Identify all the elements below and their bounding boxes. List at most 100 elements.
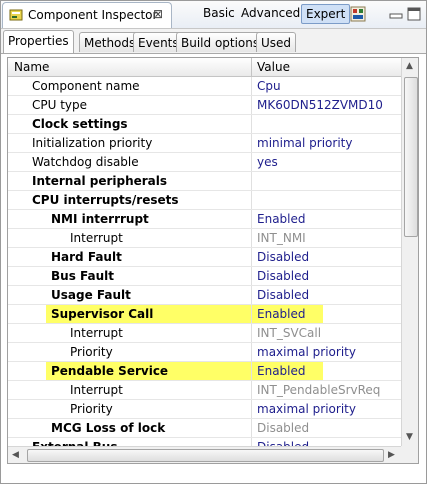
mode-expert-button[interactable]: Expert: [301, 4, 351, 24]
property-value[interactable]: Enabled: [257, 212, 306, 226]
cell-separator: [251, 343, 252, 361]
property-value[interactable]: maximal priority: [257, 402, 356, 416]
property-name: Watchdog disable: [32, 155, 139, 169]
property-name: Hard Fault: [51, 250, 122, 264]
tab-properties[interactable]: Properties: [3, 30, 74, 53]
table-row[interactable]: Component name Cpu: [8, 77, 401, 96]
property-name: Bus Fault: [51, 269, 114, 283]
cell-separator: [251, 96, 252, 114]
property-value[interactable]: minimal priority: [257, 136, 352, 150]
table-row[interactable]: Internal peripherals: [8, 172, 401, 191]
component-inspector-panel: Component Inspector ⊠ Basic Advanced Exp…: [0, 0, 427, 484]
view-title: Component Inspector: [28, 8, 158, 22]
cell-separator: [251, 267, 252, 285]
property-name: Supervisor Call: [51, 307, 154, 321]
property-value[interactable]: Disabled: [257, 288, 309, 302]
table-row[interactable]: Priority maximal priority: [8, 343, 401, 362]
table-row[interactable]: Clock settings: [8, 115, 401, 134]
cell-separator: [251, 229, 252, 247]
tab-build-options[interactable]: Build options: [176, 32, 265, 52]
table-row[interactable]: Pendable Service Enabled: [8, 362, 401, 381]
table-row[interactable]: Initialization priority minimal priority: [8, 134, 401, 153]
property-name: Component name: [32, 79, 140, 93]
cell-separator: [251, 115, 252, 133]
property-name: Initialization priority: [32, 136, 153, 150]
horizontal-scroll-thumb[interactable]: [27, 449, 384, 462]
property-value[interactable]: yes: [257, 155, 278, 169]
property-value[interactable]: INT_PendableSrvReq: [257, 383, 380, 397]
cell-separator: [251, 172, 252, 190]
cell-separator: [251, 286, 252, 304]
scroll-up-icon[interactable]: ▲: [406, 61, 413, 71]
property-name: CPU type: [32, 98, 88, 112]
component-icon: [8, 7, 24, 23]
table-header: Name Value: [8, 58, 401, 77]
name-column-header[interactable]: Name: [14, 60, 49, 74]
property-name: Priority: [70, 345, 113, 359]
property-name: CPU interrupts/resets: [32, 193, 179, 207]
property-value[interactable]: Enabled: [257, 307, 306, 321]
value-column-header[interactable]: Value: [257, 60, 290, 74]
tab-methods[interactable]: Methods: [79, 32, 141, 52]
property-value[interactable]: Disabled: [257, 269, 309, 283]
mode-basic-button[interactable]: Basic: [203, 6, 235, 20]
table-row[interactable]: CPU interrupts/resets: [8, 191, 401, 210]
property-value[interactable]: INT_NMI: [257, 231, 306, 245]
view-tab[interactable]: Component Inspector ⊠: [2, 2, 172, 28]
property-name: Interrupt: [70, 231, 123, 245]
property-name: Interrupt: [70, 326, 123, 340]
scroll-down-icon[interactable]: ▼: [406, 432, 413, 442]
property-name: MCG Loss of lock: [51, 421, 166, 435]
cell-separator: [251, 305, 252, 323]
property-name: Usage Fault: [51, 288, 131, 302]
table-row[interactable]: Supervisor Call Enabled: [8, 305, 401, 324]
property-name: Priority: [70, 402, 113, 416]
property-name: Clock settings: [32, 117, 128, 131]
table-row[interactable]: Interrupt INT_PendableSrvReq: [8, 381, 401, 400]
table-row[interactable]: Interrupt INT_SVCall: [8, 324, 401, 343]
cell-separator: [251, 248, 252, 266]
table-row[interactable]: Usage Fault Disabled: [8, 286, 401, 305]
scrollbar-corner: [401, 446, 418, 463]
table-row[interactable]: Interrupt INT_NMI: [8, 229, 401, 248]
mode-advanced-button[interactable]: Advanced: [241, 6, 300, 20]
property-value[interactable]: Cpu: [257, 79, 281, 93]
cell-separator: [251, 210, 252, 228]
property-value[interactable]: MK60DN512ZVMD10: [257, 98, 383, 112]
toolbar-icon[interactable]: [349, 5, 367, 23]
sub-tab-bar: Properties Methods Events Build options …: [1, 29, 426, 54]
cell-separator: [251, 153, 252, 171]
cell-separator: [251, 381, 252, 399]
title-bar: Component Inspector ⊠ Basic Advanced Exp…: [1, 1, 426, 29]
table-row[interactable]: NMI interrrupt Enabled: [8, 210, 401, 229]
property-value[interactable]: maximal priority: [257, 345, 356, 359]
property-value[interactable]: Disabled: [257, 250, 309, 264]
minimize-icon[interactable]: [387, 5, 405, 23]
property-value[interactable]: INT_SVCall: [257, 326, 321, 340]
horizontal-scrollbar[interactable]: ◀ ▶: [8, 446, 401, 463]
table-row[interactable]: Bus Fault Disabled: [8, 267, 401, 286]
property-name: Internal peripherals: [32, 174, 168, 188]
cell-separator: [251, 191, 252, 209]
table-row[interactable]: CPU type MK60DN512ZVMD10: [8, 96, 401, 115]
table-row[interactable]: Hard Fault Disabled: [8, 248, 401, 267]
cell-separator: [251, 362, 252, 380]
property-value[interactable]: Enabled: [257, 364, 306, 378]
table-row[interactable]: Priority maximal priority: [8, 400, 401, 419]
table-row[interactable]: MCG Loss of lock Disabled: [8, 419, 401, 438]
tab-used[interactable]: Used: [256, 32, 297, 52]
table-body: Component name Cpu CPU type MK60DN512ZVMD10…: [8, 77, 401, 463]
table-row[interactable]: Watchdog disable yes: [8, 153, 401, 172]
property-name: NMI interrrupt: [51, 212, 149, 226]
scroll-right-icon[interactable]: ▶: [388, 450, 395, 460]
vertical-scroll-thumb[interactable]: [404, 77, 418, 237]
column-separator[interactable]: [251, 58, 252, 76]
properties-table: Name Value Component name Cpu CPU type MK60…: [7, 57, 419, 464]
close-tab-icon[interactable]: ⊠: [153, 7, 163, 21]
vertical-scrollbar[interactable]: ▲ ▼: [401, 58, 418, 446]
cell-separator: [251, 77, 252, 95]
scroll-left-icon[interactable]: ◀: [12, 450, 19, 460]
property-name: Interrupt: [70, 383, 123, 397]
property-value[interactable]: Disabled: [257, 421, 309, 435]
maximize-icon[interactable]: [405, 5, 423, 23]
